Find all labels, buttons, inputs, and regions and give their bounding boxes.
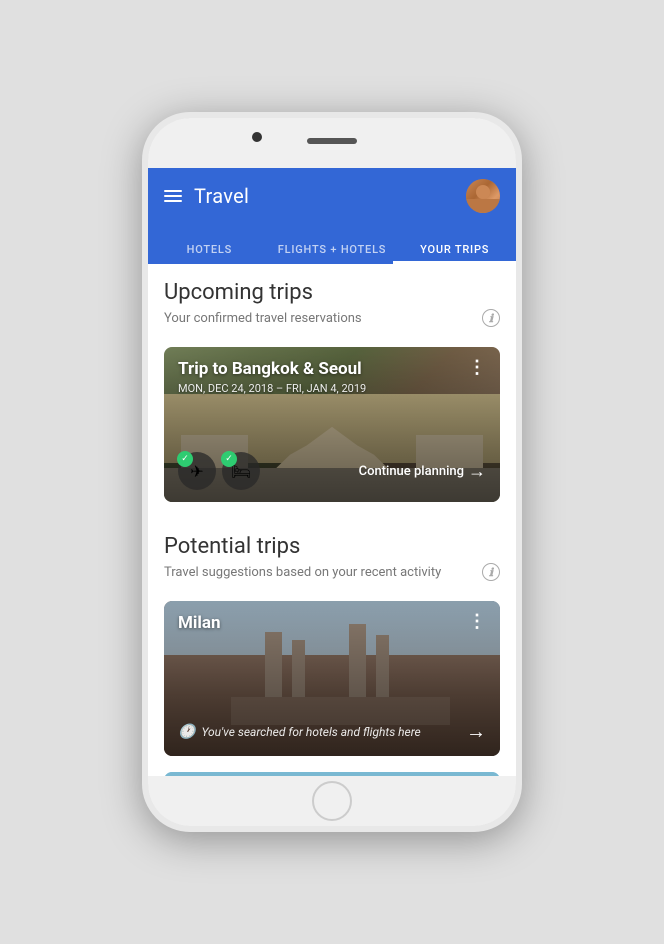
app-header: Travel <box>148 168 516 224</box>
bangkok-trip-card[interactable]: Trip to Bangkok & Seoul MON, DEC 24, 201… <box>164 347 500 502</box>
phone-bottom-bar <box>148 776 516 826</box>
phone-screen: Travel HOTELS FLIGHTS + HOTELS YOUR TRIP… <box>148 168 516 776</box>
phone-speaker <box>307 138 357 144</box>
avatar[interactable] <box>466 179 500 213</box>
flight-icon: ✈ <box>190 462 203 481</box>
phone-top-bar <box>148 118 516 168</box>
bangkok-more-button[interactable]: ⋮ <box>468 359 486 377</box>
tab-flights-hotels[interactable]: FLIGHTS + HOTELS <box>271 243 394 264</box>
milan-trip-card[interactable]: Milan ⋮ 🕐 You've searched for hotels and… <box>164 601 500 756</box>
milan-more-button[interactable]: ⋮ <box>468 613 486 631</box>
tab-hotels[interactable]: HOTELS <box>148 243 271 264</box>
phone-home-button[interactable] <box>312 781 352 821</box>
potential-trips-subtitle: Travel suggestions based on your recent … <box>164 565 441 580</box>
clock-icon: 🕐 <box>178 724 195 740</box>
upcoming-trips-section: Upcoming trips Your confirmed travel res… <box>148 264 516 347</box>
bangkok-card-title: Trip to Bangkok & Seoul <box>178 359 366 379</box>
flight-badge: ✓ ✈ <box>178 452 216 490</box>
continue-planning-button[interactable]: Continue planning → <box>359 461 486 482</box>
app-title: Travel <box>194 184 249 208</box>
tab-your-trips[interactable]: YOUR TRIPS <box>393 243 516 264</box>
bangkok-card-date: MON, DEC 24, 2018 – FRI, JAN 4, 2019 <box>178 382 366 395</box>
main-content: Upcoming trips Your confirmed travel res… <box>148 264 516 776</box>
tab-bar: HOTELS FLIGHTS + HOTELS YOUR TRIPS <box>148 224 516 264</box>
upcoming-trips-subtitle: Your confirmed travel reservations <box>164 311 362 326</box>
check-badge-flight: ✓ <box>177 451 193 467</box>
potential-trips-section: Potential trips Travel suggestions based… <box>148 518 516 601</box>
continue-arrow-icon: → <box>468 461 486 482</box>
upcoming-trips-title: Upcoming trips <box>164 280 500 305</box>
phone-frame: Travel HOTELS FLIGHTS + HOTELS YOUR TRIP… <box>142 112 522 832</box>
hotel-badge: ✓ 🛏 <box>222 452 260 490</box>
upcoming-trips-info-icon[interactable]: ℹ <box>482 309 500 327</box>
check-badge-hotel: ✓ <box>221 451 237 467</box>
continue-label: Continue planning <box>359 464 464 479</box>
potential-trips-title: Potential trips <box>164 534 500 559</box>
potential-trips-info-icon[interactable]: ℹ <box>482 563 500 581</box>
milan-search-hint: 🕐 You've searched for hotels and flights… <box>178 724 421 740</box>
milan-card-title: Milan <box>178 613 221 633</box>
hamburger-menu-button[interactable] <box>164 190 182 202</box>
phone-camera <box>252 132 262 142</box>
milan-arrow-button[interactable]: → <box>466 719 486 744</box>
